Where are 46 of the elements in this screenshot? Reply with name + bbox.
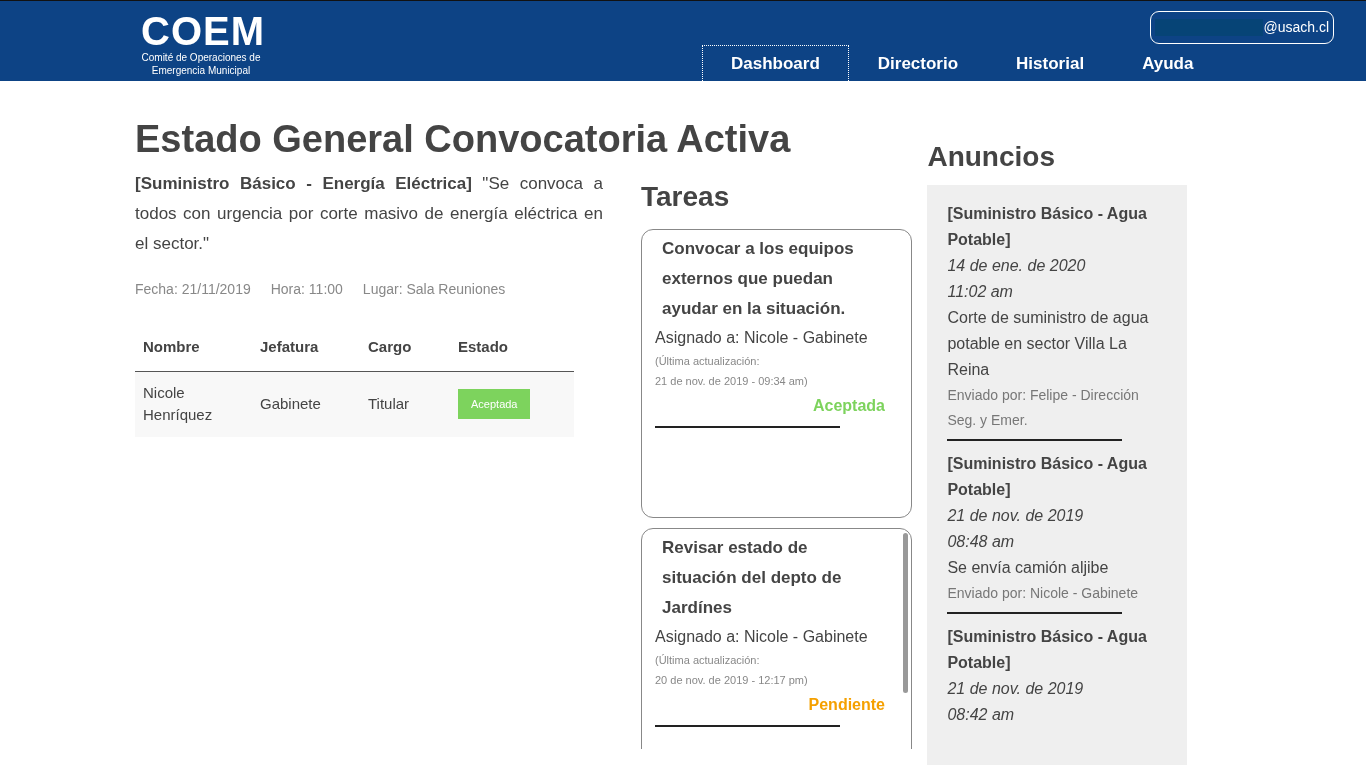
task-status: Pendiente	[807, 695, 885, 715]
task-status: Aceptada	[811, 396, 885, 416]
task-assignee: Asignado a: Nicole - Gabinete	[655, 627, 869, 647]
task-title: Convocar a los equipos externos que puedan ayudar en la situación.	[661, 238, 855, 320]
nav-tab[interactable]: Ayuda	[1113, 45, 1195, 81]
status-badge: Aceptada	[458, 388, 531, 420]
announcements-heading: Anuncios	[927, 141, 1056, 173]
announcement-topic: [Suministro Básico - Agua Potable]	[947, 627, 1148, 673]
column-header: Nombre	[135, 322, 252, 371]
update-date: 21 de nov. de 2019 - 09:34 am)	[655, 374, 809, 389]
tasks-heading: Tareas	[641, 181, 731, 213]
scrollbar-thumb[interactable]	[903, 533, 908, 693]
table-cell: Gabinete	[252, 371, 360, 437]
announcement-body: Se envía camión aljibe	[947, 558, 1110, 578]
task-title: Revisar estado de situación del depto de Jardínes	[661, 537, 843, 619]
nav-tab[interactable]: Directorio	[848, 45, 988, 81]
announcement-time: 11:02 am	[947, 282, 1014, 302]
announcement-date: 21 de nov. de 2019	[947, 679, 1085, 699]
nav-tab[interactable]: Historial	[987, 45, 1114, 81]
update-label: (Última actualización:	[655, 354, 761, 369]
announcement-sender: Enviado por: Felipe - Dirección Seg. y Emer.	[947, 386, 1140, 430]
table-cell: Titular	[360, 371, 450, 437]
announcement-date: 21 de nov. de 2019	[947, 506, 1085, 526]
meta-text: Fecha: 21/11/2019	[135, 280, 251, 299]
announcement-time: 08:42 am	[947, 705, 1016, 725]
announcement-sender: Enviado por: Nicole - Gabinete	[947, 584, 1140, 603]
logo-subtitle: Comité de Operaciones de Emergencia Municipal	[140, 51, 262, 77]
column-header: Estado	[450, 322, 574, 371]
convocation-description: [Suministro Básico - Energía Eléctrica] "Se convoca a todos con urgencia por corte masivo de energía eléctrica en el sector."	[135, 173, 603, 255]
page-title: Estado General Convocatoria Activa	[135, 118, 791, 161]
meta-text: Lugar: Sala Reuniones	[362, 280, 506, 299]
column-header: Cargo	[360, 322, 450, 371]
announcement-topic: [Suministro Básico - Agua Potable]	[947, 454, 1148, 500]
update-date: 20 de nov. de 2019 - 12:17 pm)	[655, 673, 809, 688]
nav-tab[interactable]: Dashboard	[702, 45, 849, 81]
announcement-time: 08:48 am	[947, 532, 1016, 552]
announcement-body: Corte de suministro de agua potable en sector Villa La Reina	[947, 308, 1150, 380]
announcement-date: 14 de ene. de 2020	[947, 256, 1087, 276]
table-cell: Nicole Henríquez	[135, 371, 252, 437]
announcement-topic: [Suministro Básico - Agua Potable]	[947, 204, 1148, 250]
column-header: Jefatura	[252, 322, 360, 371]
meta-text: Hora: 11:00	[270, 280, 343, 299]
user-email-field[interactable]: @usach.cl	[1150, 11, 1334, 44]
task-assignee: Asignado a: Nicole - Gabinete	[655, 328, 869, 348]
logo[interactable]: COEM	[141, 1, 702, 51]
update-label: (Última actualización:	[655, 653, 761, 668]
